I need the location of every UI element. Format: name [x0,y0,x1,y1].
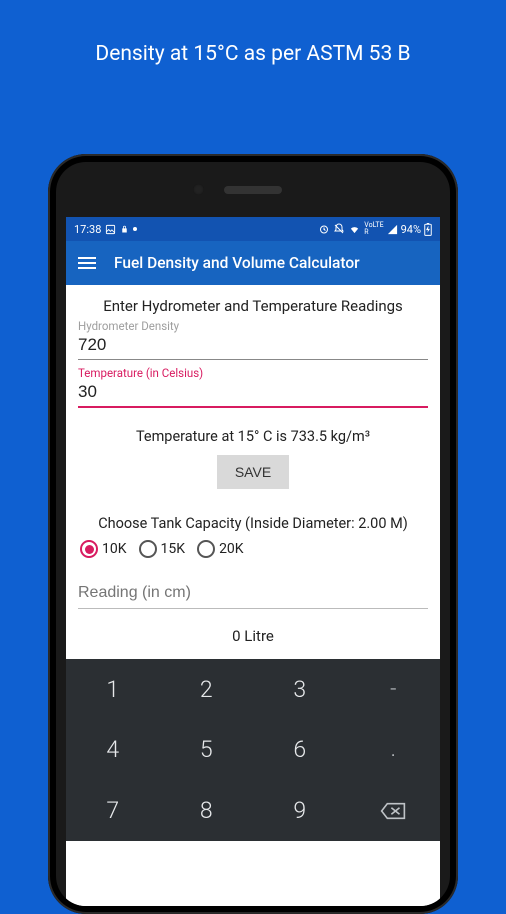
tank-radio-group: 10K 15K 20K [66,540,440,574]
key-8[interactable]: 8 [160,780,254,841]
temperature-label: Temperature (in Celsius) [78,366,428,380]
reading-input[interactable] [78,578,428,609]
key-3[interactable]: 3 [253,659,347,720]
app-bar: Fuel Density and Volume Calculator [66,241,440,285]
vibrate-icon [333,223,345,235]
lock-icon [120,224,129,235]
content-area: Enter Hydrometer and Temperature Reading… [66,285,440,906]
save-button[interactable]: SAVE [217,455,289,489]
wifi-icon [348,224,361,235]
key-dot[interactable]: . [347,720,441,781]
screen: 17:38 [66,217,440,906]
backspace-icon [380,802,406,820]
numeric-keyboard: 1 2 3 - 4 5 6 . 7 8 9 [66,659,440,841]
radio-circle-selected [80,540,98,558]
reading-field [66,574,440,615]
key-2[interactable]: 2 [160,659,254,720]
key-backspace[interactable] [347,780,441,841]
temperature-field: Temperature (in Celsius) [66,366,440,414]
radio-15k[interactable]: 15K [139,540,186,558]
menu-icon[interactable] [78,257,96,269]
radio-label: 10K [102,541,127,557]
radio-circle [197,540,215,558]
radio-10k[interactable]: 10K [80,540,127,558]
network-label: VoLTER [364,222,383,236]
key-minus[interactable]: - [347,659,441,720]
radio-label: 20K [219,541,244,557]
key-7[interactable]: 7 [66,780,160,841]
density-field: Hydrometer Density [66,319,440,366]
camera-dot [193,184,204,195]
app-title: Fuel Density and Volume Calculator [114,254,360,272]
battery-icon [424,223,432,236]
temperature-input[interactable] [78,380,428,408]
phone-frame: 17:38 [48,154,458,914]
radio-circle [139,540,157,558]
image-icon [105,224,116,235]
dot-icon [133,227,137,231]
status-time: 17:38 [74,223,101,236]
density-input[interactable] [78,333,428,360]
radio-20k[interactable]: 20K [197,540,244,558]
key-4[interactable]: 4 [66,720,160,781]
key-1[interactable]: 1 [66,659,160,720]
readings-heading: Enter Hydrometer and Temperature Reading… [66,285,440,319]
page-title: Density at 15°C as per ASTM 53 B [0,0,506,66]
speaker-grille [224,186,282,194]
battery-percent: 94% [401,223,421,236]
tank-heading: Choose Tank Capacity (Inside Diameter: 2… [66,503,440,540]
alarm-icon [318,223,330,235]
signal-icon [387,224,398,235]
phone-inner: 17:38 [56,162,450,906]
radio-label: 15K [161,541,186,557]
key-5[interactable]: 5 [160,720,254,781]
density-label: Hydrometer Density [78,319,428,333]
key-9[interactable]: 9 [253,780,347,841]
density-result: Temperature at 15° C is 733.5 kg/m³ [66,414,440,455]
key-6[interactable]: 6 [253,720,347,781]
litre-result: 0 Litre [66,615,440,659]
status-bar: 17:38 [66,217,440,241]
